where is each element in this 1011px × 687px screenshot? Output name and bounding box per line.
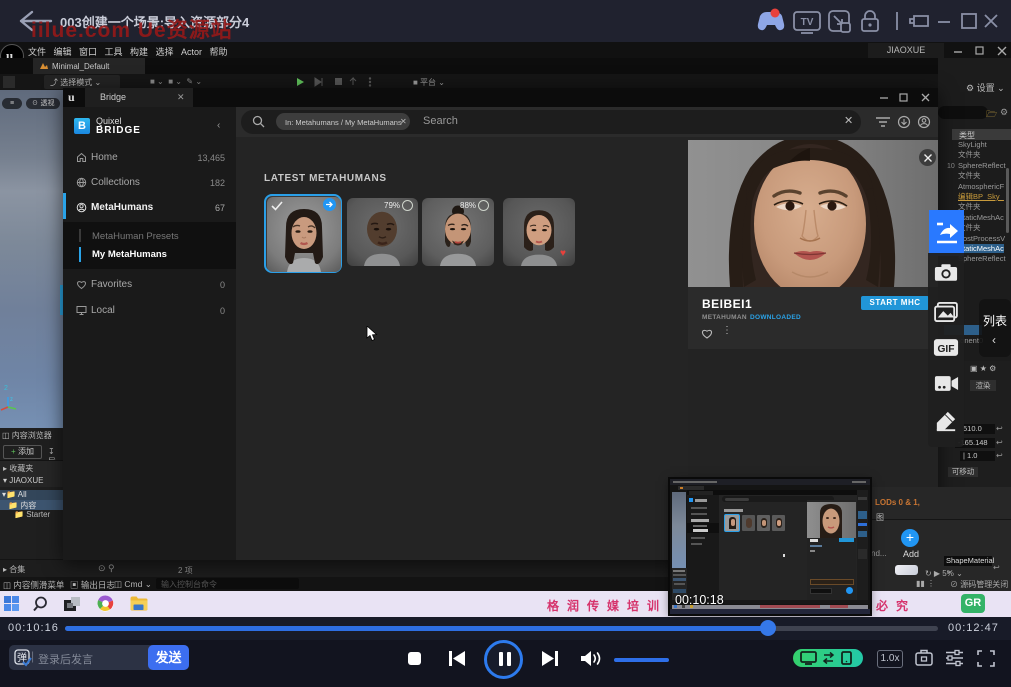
svg-text:TV: TV [801,17,814,28]
svg-text:GIF: GIF [937,344,954,355]
svg-text:弹: 弹 [17,651,27,664]
svg-text:z: z [10,397,13,403]
